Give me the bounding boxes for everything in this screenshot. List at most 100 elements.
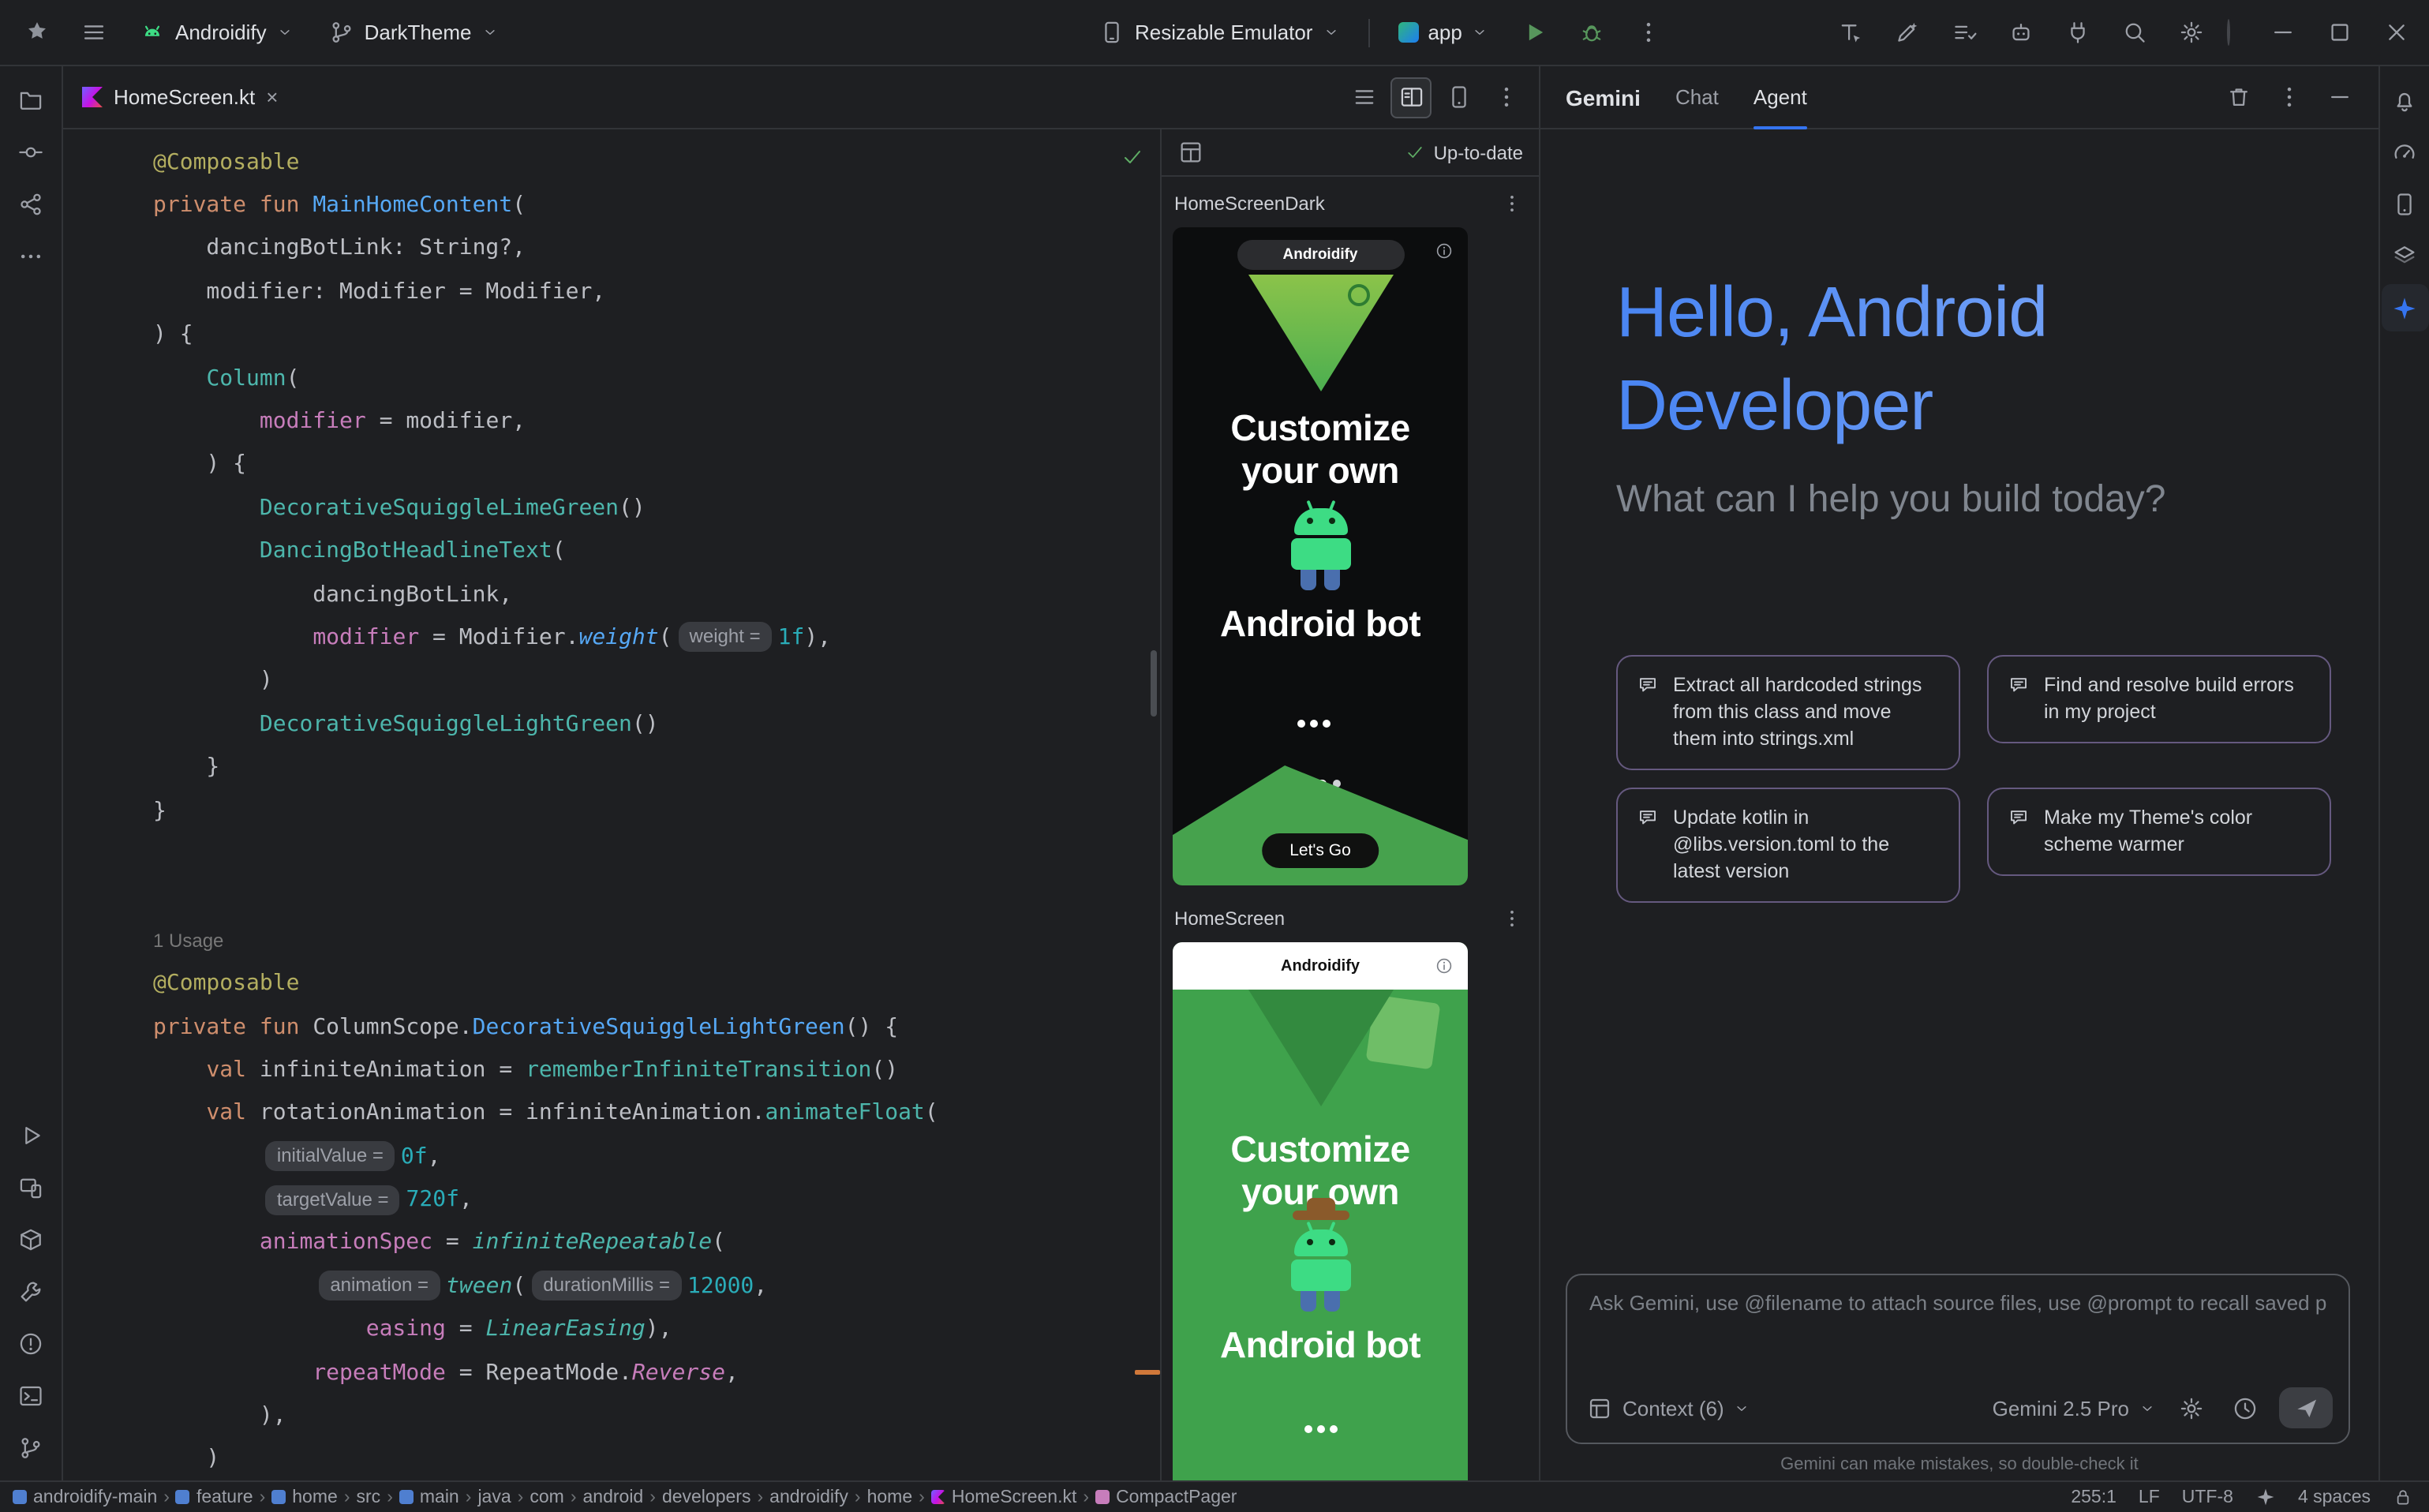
share-button[interactable] bbox=[7, 180, 54, 227]
device-frame-button[interactable] bbox=[2381, 180, 2428, 227]
clear-chat-button[interactable] bbox=[2218, 77, 2259, 118]
context-selector[interactable]: Context (6) bbox=[1586, 1394, 1751, 1421]
breadcrumb-item[interactable]: CompactPager bbox=[1095, 1488, 1237, 1506]
gear-button[interactable] bbox=[2167, 9, 2214, 56]
gauge-button[interactable] bbox=[2381, 128, 2428, 175]
ai-pen-button[interactable] bbox=[1883, 9, 1930, 56]
design-view-button[interactable] bbox=[1438, 77, 1479, 118]
breadcrumb-item[interactable]: developers bbox=[662, 1488, 751, 1506]
suggestion-card[interactable]: Make my Theme's color scheme warmer bbox=[1987, 788, 2331, 876]
breadcrumb-item[interactable]: main bbox=[399, 1488, 459, 1506]
suggestion-card[interactable]: Find and resolve build errors in my proj… bbox=[1987, 655, 2331, 743]
preview-menu-icon[interactable] bbox=[1501, 193, 1523, 215]
breadcrumb-item[interactable]: com bbox=[530, 1488, 563, 1506]
breadcrumb-item[interactable]: src bbox=[357, 1488, 381, 1506]
editor-scrollbar[interactable] bbox=[1151, 650, 1157, 717]
breadcrumb-item[interactable]: feature bbox=[176, 1488, 253, 1506]
lock-icon[interactable] bbox=[2393, 1487, 2413, 1507]
kebab-icon bbox=[1492, 84, 1519, 110]
problems-button[interactable] bbox=[7, 1319, 54, 1367]
prompt-history-button[interactable] bbox=[2225, 1389, 2263, 1427]
text-tool-button[interactable] bbox=[1826, 9, 1873, 56]
inspections-ok-icon[interactable] bbox=[1121, 145, 1144, 169]
breadcrumb-item[interactable]: home bbox=[867, 1488, 913, 1506]
devices-button[interactable] bbox=[7, 1163, 54, 1211]
caret-position[interactable]: 255:1 bbox=[2071, 1488, 2116, 1506]
info-icon[interactable] bbox=[1435, 241, 1454, 260]
code-editor[interactable]: @Composableprivate fun MainHomeContent( … bbox=[63, 129, 1160, 1480]
chevron-down-icon bbox=[481, 24, 498, 41]
code-line bbox=[153, 833, 1160, 876]
breadcrumb-item[interactable]: android bbox=[583, 1488, 644, 1506]
project-widget[interactable]: Androidify bbox=[126, 11, 306, 54]
model-selector[interactable]: Gemini 2.5 Pro bbox=[1993, 1396, 2156, 1420]
breadcrumb-item[interactable]: HomeScreen.kt bbox=[931, 1488, 1077, 1506]
breadcrumb-item[interactable]: java bbox=[477, 1488, 511, 1506]
code-line: 1 Usage bbox=[153, 919, 1160, 962]
preview-layout-icon[interactable] bbox=[1177, 139, 1204, 166]
spark-button[interactable] bbox=[2381, 284, 2428, 331]
split-view-button[interactable] bbox=[1390, 77, 1432, 118]
gemini-settings-button[interactable] bbox=[2172, 1389, 2210, 1427]
gemini-options-button[interactable] bbox=[2268, 77, 2309, 118]
bell-button[interactable] bbox=[2381, 76, 2428, 123]
android-bot-illustration bbox=[1270, 1229, 1371, 1321]
ai-bot-button[interactable] bbox=[1997, 9, 2044, 56]
preview-scroll-area[interactable]: HomeScreenDark Androidify bbox=[1162, 177, 1539, 1480]
chat-bubble-icon bbox=[1637, 674, 1659, 696]
brand-bar: Androidify bbox=[1173, 942, 1468, 990]
minimize-icon bbox=[2326, 84, 2352, 110]
search-button[interactable] bbox=[2110, 9, 2158, 56]
debug-button[interactable] bbox=[1568, 9, 1615, 56]
suggestion-card[interactable]: Extract all hardcoded strings from this … bbox=[1616, 655, 1960, 770]
tab-chat[interactable]: Chat bbox=[1675, 65, 1719, 129]
max-button[interactable] bbox=[2315, 9, 2363, 56]
vcs-button[interactable] bbox=[7, 1424, 54, 1471]
inspector-button[interactable] bbox=[2381, 232, 2428, 279]
commit-button[interactable] bbox=[7, 128, 54, 175]
preview-homescreendark[interactable]: Androidify Customize your own bbox=[1173, 227, 1468, 885]
plug-button[interactable] bbox=[2053, 9, 2101, 56]
vcs-branch-widget[interactable]: DarkTheme bbox=[316, 11, 511, 54]
tab-homescreen-kt[interactable]: HomeScreen.kt × bbox=[63, 66, 297, 128]
line-separator[interactable]: LF bbox=[2139, 1488, 2160, 1506]
run-o-button[interactable] bbox=[7, 1111, 54, 1158]
editor-options-button[interactable] bbox=[1485, 77, 1526, 118]
close-button[interactable] bbox=[2372, 9, 2420, 56]
checklist-button[interactable] bbox=[1940, 9, 1987, 56]
send-button[interactable] bbox=[2279, 1387, 2333, 1428]
code-view-button[interactable] bbox=[1343, 77, 1384, 118]
profile-avatar[interactable] bbox=[2227, 21, 2230, 44]
info-icon[interactable] bbox=[1435, 956, 1454, 975]
vcs-icon bbox=[17, 1434, 44, 1461]
breadcrumbs: androidify-main›feature›home›src›main›ja… bbox=[13, 1488, 1237, 1506]
preview-menu-icon[interactable] bbox=[1501, 908, 1523, 930]
hide-panel-button[interactable] bbox=[2319, 77, 2360, 118]
more-run-options-button[interactable] bbox=[1625, 9, 1672, 56]
device-selector[interactable]: Resizable Emulator bbox=[1086, 11, 1352, 54]
breadcrumb-item[interactable]: androidify bbox=[769, 1488, 848, 1506]
more-h-button[interactable] bbox=[7, 232, 54, 279]
min-button[interactable] bbox=[2259, 9, 2306, 56]
file-encoding[interactable]: UTF-8 bbox=[2182, 1488, 2233, 1506]
lets-go-button[interactable]: Let's Go bbox=[1261, 833, 1379, 868]
folder-button[interactable] bbox=[7, 76, 54, 123]
preview-homescreen[interactable]: Androidify Customize your own bbox=[1173, 942, 1468, 1480]
decorative-triangle bbox=[1248, 275, 1393, 391]
run-button[interactable] bbox=[1511, 9, 1559, 56]
run-configuration-selector[interactable]: app bbox=[1385, 13, 1501, 52]
code-line: @Composable bbox=[153, 140, 1160, 184]
main-menu-button[interactable] bbox=[69, 9, 117, 56]
tab-agent[interactable]: Agent bbox=[1753, 65, 1807, 129]
indent-setting[interactable]: 4 spaces bbox=[2298, 1488, 2371, 1506]
breadcrumb-item[interactable]: home bbox=[271, 1488, 338, 1506]
terminal-button[interactable] bbox=[7, 1372, 54, 1419]
tab-label: HomeScreen.kt bbox=[114, 85, 255, 109]
close-tab-icon[interactable]: × bbox=[266, 87, 278, 107]
gemini-prompt-input[interactable] bbox=[1589, 1291, 2326, 1315]
breadcrumb-item[interactable]: androidify-main bbox=[13, 1488, 157, 1506]
gemini-status-icon[interactable] bbox=[2255, 1487, 2276, 1507]
package-button[interactable] bbox=[7, 1215, 54, 1263]
build-button[interactable] bbox=[7, 1267, 54, 1315]
suggestion-card[interactable]: Update kotlin in @libs.version.toml to t… bbox=[1616, 788, 1960, 903]
